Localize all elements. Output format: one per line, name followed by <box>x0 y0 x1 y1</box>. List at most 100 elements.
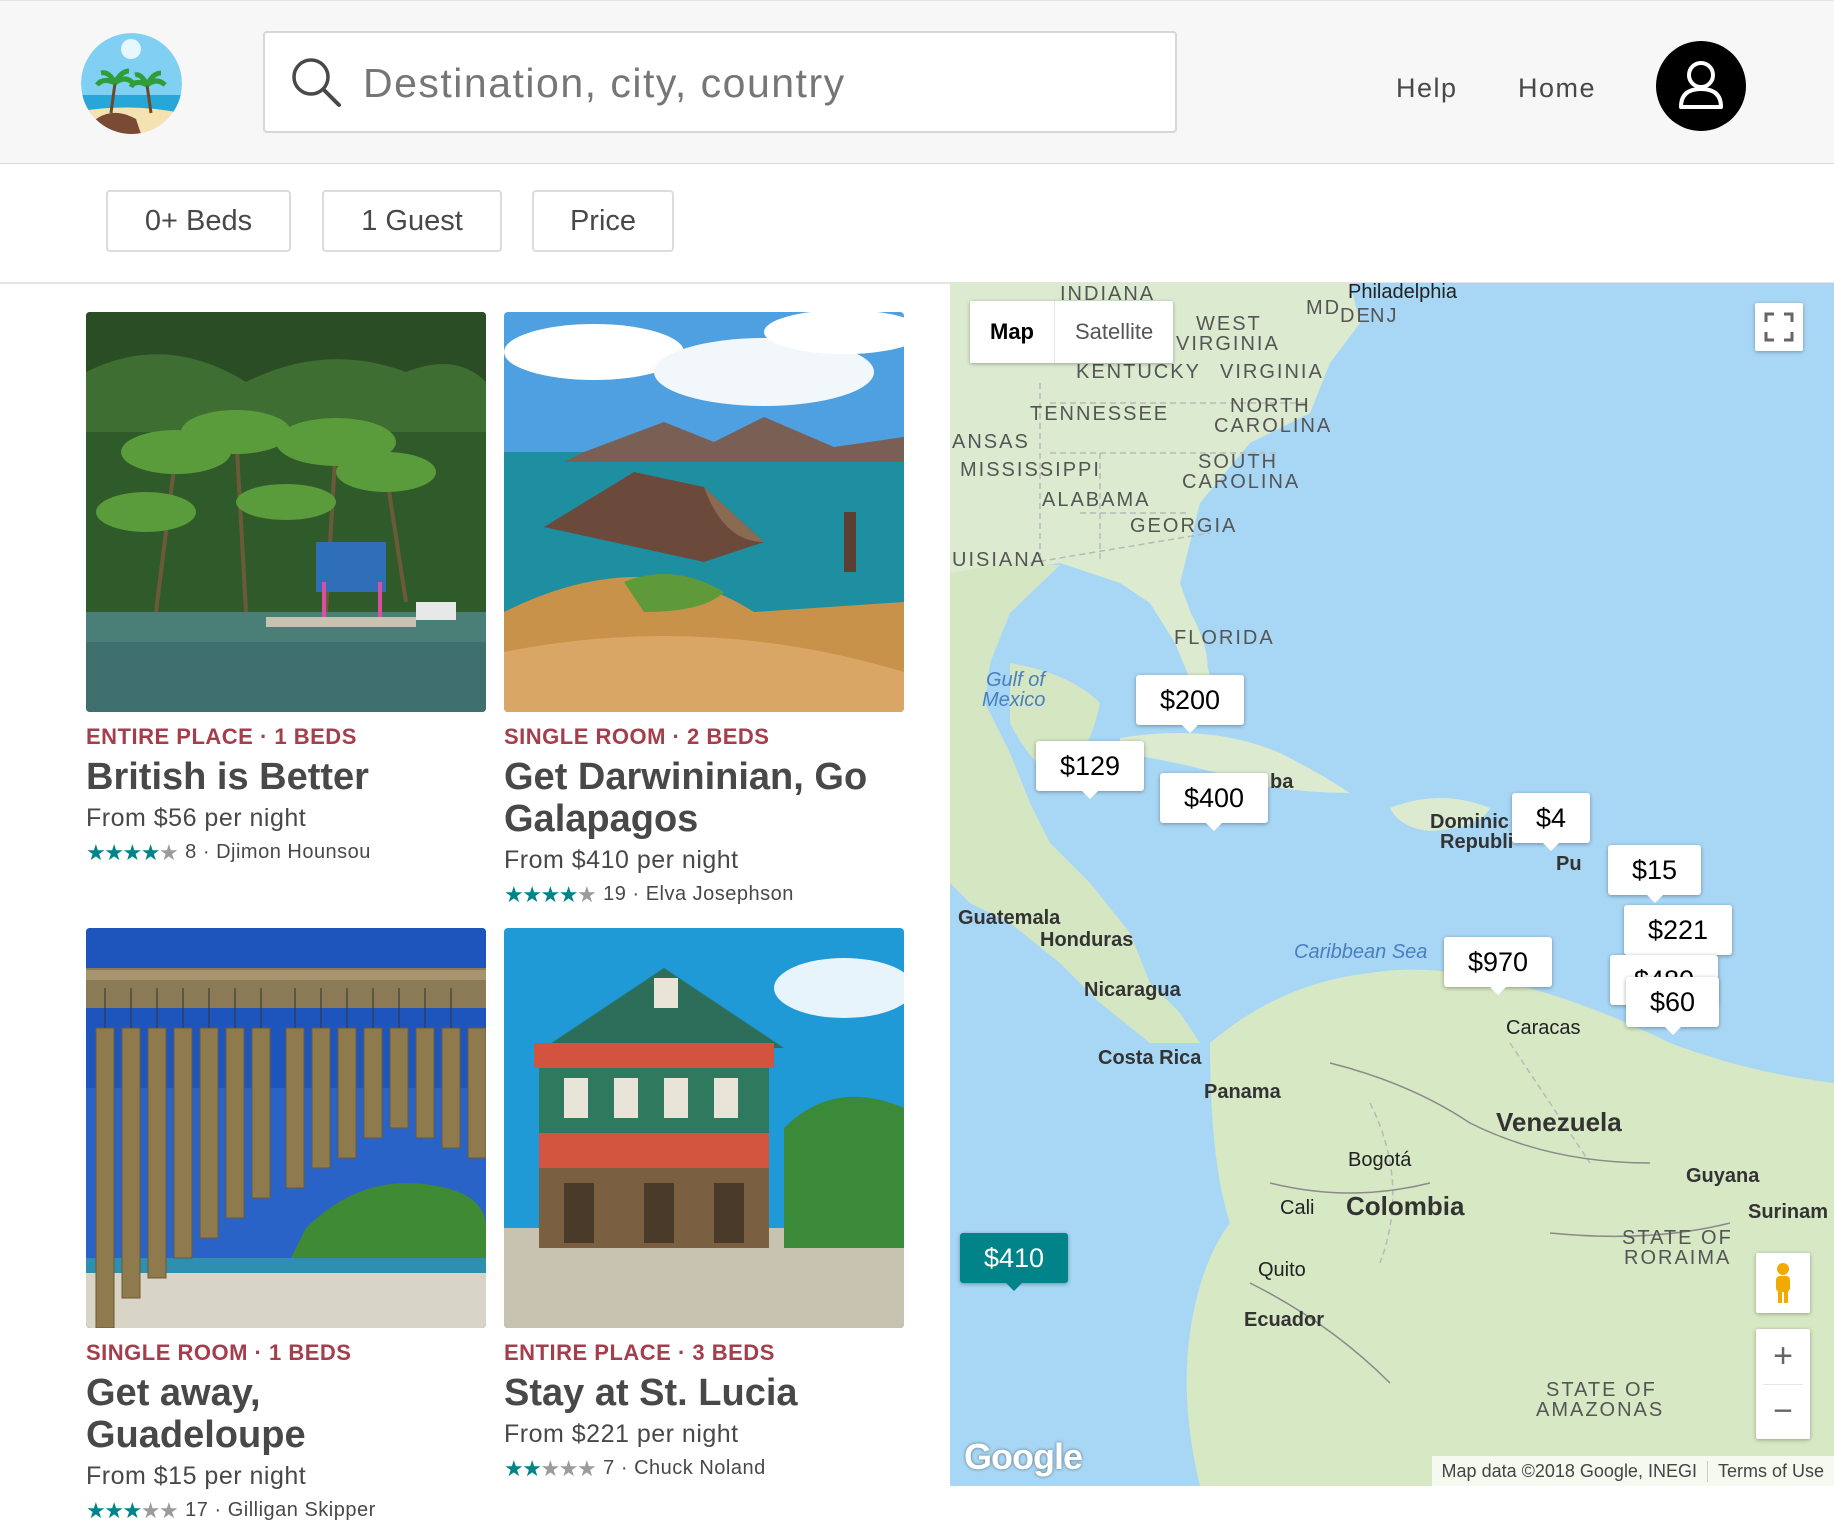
star-icon: ★ <box>86 839 107 865</box>
listing-title[interactable]: Get Darwininian, Go Galapagos <box>504 756 904 840</box>
map-label: Caracas <box>1506 1017 1581 1039</box>
map-label: AMAZONAS <box>1536 1399 1665 1421</box>
map-label: KENTUCKY <box>1076 361 1201 383</box>
map-type-satellite-button[interactable]: Satellite <box>1054 301 1173 363</box>
host-name: Chuck Noland <box>634 1457 766 1479</box>
map-label: VIRGINIA <box>1176 333 1280 355</box>
price-marker[interactable]: $4 <box>1512 793 1591 851</box>
fullscreen-icon <box>1764 312 1794 342</box>
listing-title[interactable]: Stay at St. Lucia <box>504 1372 904 1414</box>
map-label: NJ <box>1370 305 1399 327</box>
tropical-beach-icon[interactable] <box>81 33 182 134</box>
star-rating: ★ ★ ★ ★ ★ <box>86 1497 180 1523</box>
terms-link[interactable]: Terms of Use <box>1706 1460 1834 1482</box>
host-name: Gilligan Skipper <box>227 1499 376 1521</box>
price-marker[interactable]: $60 <box>1626 977 1720 1035</box>
star-icon: ★ <box>522 881 543 907</box>
star-icon: ★ <box>576 1455 598 1481</box>
listing-title[interactable]: British is Better <box>86 756 486 798</box>
listing-rating-row: ★ ★ ★ ★ ★ 19 · Elva Josephson <box>504 883 904 906</box>
price-marker[interactable]: $970 <box>1444 937 1553 995</box>
search-input[interactable] <box>361 47 1155 119</box>
price-marker[interactable]: $200 <box>1136 675 1245 733</box>
map-view[interactable]: INDIANA Philadelphia MD DE NJ WEST VIRGI… <box>950 283 1834 1486</box>
map-label: ba <box>1270 771 1294 793</box>
map-type-control: Map Satellite <box>970 301 1174 363</box>
map-label: CAROLINA <box>1182 471 1301 493</box>
star-icon: ★ <box>504 1455 525 1481</box>
separator: · <box>196 841 217 863</box>
user-menu-button[interactable] <box>1656 41 1746 131</box>
home-link[interactable]: Home <box>1518 73 1596 104</box>
listing-card[interactable]: ENTIRE PLACE · 3 BEDS Stay at St. Lucia … <box>504 928 904 1480</box>
map-label: Quito <box>1258 1259 1306 1281</box>
map-label: GEORGIA <box>1130 515 1238 537</box>
map-label: Panama <box>1204 1081 1281 1103</box>
listing-photo[interactable] <box>86 312 486 712</box>
listing-card[interactable]: ENTIRE PLACE · 1 BEDS British is Better … <box>86 312 486 864</box>
listing-type: SINGLE ROOM · 1 BEDS <box>86 1340 352 1365</box>
fullscreen-button[interactable] <box>1755 303 1803 351</box>
star-icon: ★ <box>122 1497 143 1523</box>
map-label: Surinam <box>1748 1201 1829 1223</box>
listing-photo[interactable] <box>504 312 904 712</box>
guests-filter-button[interactable]: 1 Guest <box>322 190 502 252</box>
map-label: ALABAMA <box>1042 489 1151 511</box>
listing-rating-row: ★ ★ ★ ★ ★ 8 · Djimon Hounsou <box>86 841 486 864</box>
map-label: Pu <box>1556 853 1582 875</box>
listing-type: ENTIRE PLACE · 1 BEDS <box>86 724 357 749</box>
star-icon: ★ <box>540 881 561 907</box>
listing-rating-row: ★ ★ ★ ★ ★ 7 · Chuck Noland <box>504 1457 904 1480</box>
map-type-map-button[interactable]: Map <box>970 301 1054 363</box>
pegman-icon <box>1776 1263 1790 1303</box>
beds-filter-button[interactable]: 0+ Beds <box>106 190 291 252</box>
listing-type: SINGLE ROOM · 2 BEDS <box>504 724 770 749</box>
street-view-button[interactable] <box>1756 1253 1810 1313</box>
review-count: 19 <box>603 883 627 905</box>
price-marker[interactable]: $15 <box>1608 845 1702 903</box>
map-label: Costa Rica <box>1098 1047 1202 1069</box>
listing-title[interactable]: Get away, Guadeloupe <box>86 1372 486 1456</box>
zoom-in-button[interactable]: + <box>1773 1330 1793 1384</box>
star-icon: ★ <box>140 839 161 865</box>
star-icon: ★ <box>522 1455 543 1481</box>
listing-type: ENTIRE PLACE · 3 BEDS <box>504 1340 775 1365</box>
review-count: 17 <box>185 1499 209 1521</box>
map-label: Venezuela <box>1496 1107 1622 1137</box>
listing-card[interactable]: SINGLE ROOM · 1 BEDS Get away, Guadeloup… <box>86 928 486 1522</box>
filter-bar: 0+ Beds 1 Guest Price <box>0 164 1834 284</box>
price-marker-selected[interactable]: $410 <box>960 1233 1069 1291</box>
separator: · <box>208 1499 228 1521</box>
star-icon: ★ <box>122 839 143 865</box>
star-icon: ★ <box>576 881 598 907</box>
zoom-out-button[interactable]: − <box>1773 1385 1793 1439</box>
map-label: RORAIMA <box>1624 1247 1732 1269</box>
price-filter-button[interactable]: Price <box>532 190 674 252</box>
search-icon <box>292 58 341 107</box>
map-label: TENNESSEE <box>1030 403 1170 425</box>
star-rating: ★ ★ ★ ★ ★ <box>86 839 179 865</box>
listing-photo[interactable] <box>86 928 486 1328</box>
host-name: Elva Josephson <box>645 883 794 905</box>
star-icon: ★ <box>104 839 125 865</box>
price-marker[interactable]: $221 <box>1624 905 1733 963</box>
user-icon <box>1679 61 1723 109</box>
host-name: Djimon Hounsou <box>216 841 371 863</box>
star-icon: ★ <box>558 881 579 907</box>
search-box[interactable] <box>263 31 1177 133</box>
listing-card[interactable]: SINGLE ROOM · 2 BEDS Get Darwininian, Go… <box>504 312 904 906</box>
star-icon: ★ <box>158 1497 180 1523</box>
star-rating: ★ ★ ★ ★ ★ <box>504 1455 598 1481</box>
help-link[interactable]: Help <box>1396 73 1458 104</box>
star-icon: ★ <box>558 1455 579 1481</box>
map-label: MISSISSIPPI <box>960 459 1101 481</box>
listing-photo[interactable] <box>504 928 904 1328</box>
star-icon: ★ <box>504 881 525 907</box>
star-icon: ★ <box>86 1497 107 1523</box>
map-label: Ecuador <box>1244 1309 1325 1331</box>
price-marker[interactable]: $400 <box>1160 773 1269 831</box>
map-label: Philadelphia <box>1348 283 1457 303</box>
price-marker[interactable]: $129 <box>1036 741 1145 799</box>
star-rating: ★ ★ ★ ★ ★ <box>504 881 598 907</box>
map-label: Honduras <box>1040 929 1134 951</box>
